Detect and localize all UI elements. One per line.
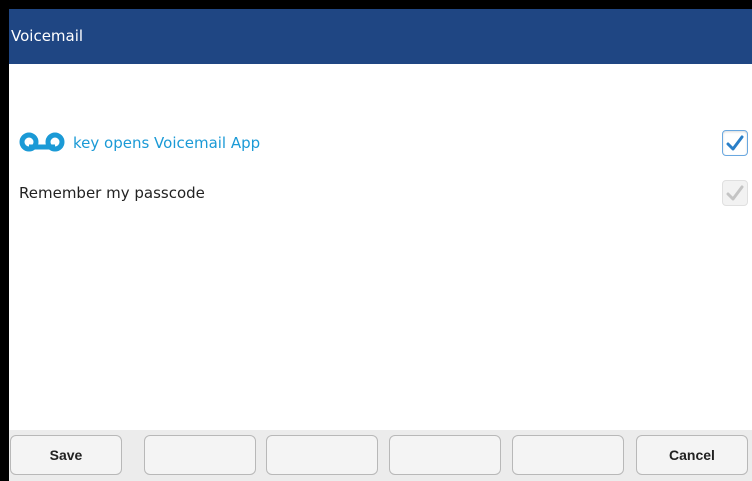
setting-row-remember-passcode[interactable]: Remember my passcode [9, 178, 752, 208]
screen-bezel-left [0, 9, 9, 481]
phone-screen: Voicemail key opens Voicemail App Rememb… [0, 0, 752, 481]
softkey-3-button[interactable] [266, 435, 378, 475]
softkey-bar: Save Cancel [9, 430, 752, 481]
cancel-button[interactable]: Cancel [636, 435, 748, 475]
softkey-4-button[interactable] [389, 435, 501, 475]
setting-row-voicemail-key[interactable]: key opens Voicemail App [9, 128, 752, 158]
setting-label-voicemail-key: key opens Voicemail App [73, 134, 261, 152]
softkey-2-button[interactable] [144, 435, 256, 475]
remember-passcode-checkbox[interactable] [722, 180, 748, 206]
checkmark-icon [726, 185, 744, 201]
voicemail-key-checkbox[interactable] [722, 130, 748, 156]
screen-bezel-top [0, 0, 752, 9]
title-bar: Voicemail [9, 9, 752, 64]
setting-label-remember-passcode: Remember my passcode [19, 184, 205, 202]
save-button[interactable]: Save [10, 435, 122, 475]
softkey-5-button[interactable] [512, 435, 624, 475]
page-title: Voicemail [11, 27, 84, 45]
checkmark-icon [726, 135, 744, 151]
voicemail-icon [19, 132, 65, 152]
